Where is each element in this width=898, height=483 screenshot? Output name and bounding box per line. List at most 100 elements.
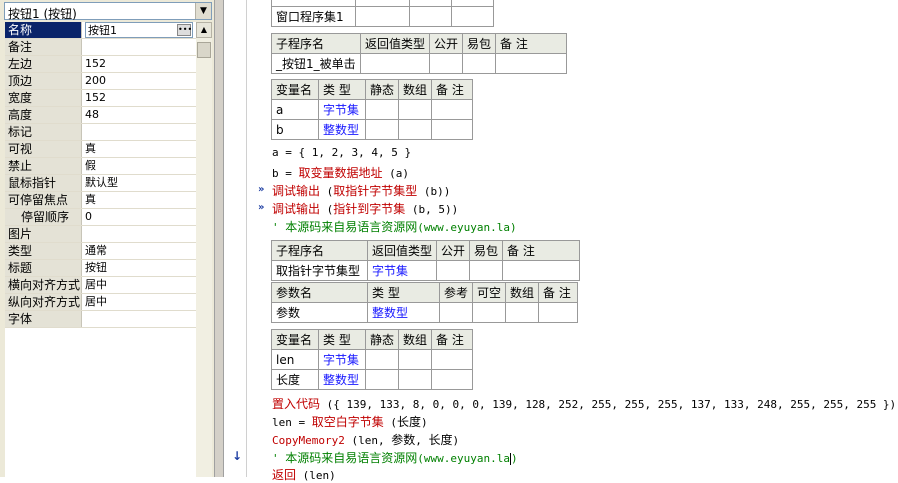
table-cell[interactable] xyxy=(469,260,504,281)
property-value[interactable] xyxy=(85,226,193,242)
property-row[interactable]: 左边 152 xyxy=(5,56,196,73)
property-value[interactable]: 居中 xyxy=(85,294,193,310)
property-value[interactable]: 居中 xyxy=(85,277,193,293)
panel-splitter[interactable] xyxy=(214,0,224,477)
property-value[interactable]: 假 xyxy=(85,158,193,174)
variable-name-cell[interactable]: a xyxy=(271,99,319,120)
code-line[interactable]: 置入代码 ({ 139, 133, 8, 0, 0, 0, 139, 128, … xyxy=(272,395,896,412)
property-row[interactable]: 纵向对齐方式 居中 xyxy=(5,294,196,311)
table-cell[interactable] xyxy=(364,99,400,120)
property-name[interactable]: 横向对齐方式 xyxy=(5,277,82,293)
property-row[interactable]: 字体 xyxy=(5,311,196,328)
property-value[interactable]: 按钮 xyxy=(85,260,193,276)
property-name[interactable]: 纵向对齐方式 xyxy=(5,294,82,310)
table-cell[interactable] xyxy=(398,349,433,370)
property-name[interactable]: 字体 xyxy=(5,311,82,327)
property-row[interactable]: 标记 xyxy=(5,124,196,141)
table-cell[interactable] xyxy=(462,53,497,74)
property-value[interactable] xyxy=(85,124,193,140)
table-cell[interactable] xyxy=(505,302,540,323)
code-line[interactable]: len = 取空白字节集 (长度) xyxy=(272,413,428,430)
property-value[interactable]: 48 xyxy=(85,107,193,123)
property-row[interactable]: 图片 xyxy=(5,226,196,243)
table-cell[interactable] xyxy=(431,119,474,140)
property-row[interactable]: 横向对齐方式 居中 xyxy=(5,277,196,294)
table-cell[interactable] xyxy=(398,369,433,390)
property-name[interactable]: 标题 xyxy=(5,260,82,276)
variable-name-cell[interactable]: 长度 xyxy=(271,369,319,390)
property-row[interactable]: 高度 48 xyxy=(5,107,196,124)
code-line[interactable]: a = { 1, 2, 3, 4, 5 } xyxy=(272,146,411,159)
property-name[interactable]: 左边 xyxy=(5,56,82,72)
assembly-name-cell[interactable]: 窗口程序集1 xyxy=(271,6,356,27)
variable-type-cell[interactable]: 整数型 xyxy=(318,369,366,390)
property-row[interactable]: 鼠标指针 默认型 xyxy=(5,175,196,192)
property-name[interactable]: 备注 xyxy=(5,39,82,55)
property-name[interactable]: 宽度 xyxy=(5,90,82,106)
property-value[interactable]: 152 xyxy=(85,56,193,72)
subroutine-name-cell[interactable]: 取指针字节集型 xyxy=(271,260,368,281)
table-cell[interactable] xyxy=(436,260,471,281)
variable-name-cell[interactable]: len xyxy=(271,349,319,370)
table-cell[interactable] xyxy=(472,302,507,323)
property-value[interactable]: 152 xyxy=(85,90,193,106)
property-value[interactable]: 真 xyxy=(85,192,193,208)
property-row[interactable]: 标题 按钮 xyxy=(5,260,196,277)
table-cell[interactable] xyxy=(359,53,431,74)
parameter-name-cell[interactable]: 参数 xyxy=(271,302,368,323)
code-line[interactable]: 调试输出 (取指针字节集型 (b)) xyxy=(272,182,450,199)
property-value[interactable]: 通常 xyxy=(85,243,193,259)
property-name[interactable]: 顶边 xyxy=(5,73,82,89)
code-line[interactable]: CopyMemory2 (len, 参数, 长度) xyxy=(272,431,459,448)
object-selector-combo[interactable]: 按钮1 (按钮) ▼ xyxy=(4,2,212,21)
table-cell[interactable] xyxy=(364,349,400,370)
property-row[interactable]: 顶边 200 xyxy=(5,73,196,90)
property-value[interactable]: 按钮1 ••• xyxy=(85,22,193,38)
property-row[interactable]: 可停留焦点真 xyxy=(5,192,196,209)
table-cell[interactable] xyxy=(431,369,474,390)
code-line[interactable]: 调试输出 (指针到字节集 (b, 5)) xyxy=(272,200,458,217)
property-name[interactable]: 图片 xyxy=(5,226,82,242)
property-name[interactable]: 可停留焦点 xyxy=(5,192,82,208)
property-name[interactable]: 可视 xyxy=(5,141,82,157)
property-name[interactable]: 停留顺序 xyxy=(5,209,82,225)
property-value[interactable]: 真 xyxy=(85,141,193,157)
chevron-down-icon[interactable]: ▼ xyxy=(195,3,211,19)
table-cell[interactable] xyxy=(538,302,579,323)
property-value[interactable]: 200 xyxy=(85,73,193,89)
subroutine-name-cell[interactable]: _按钮1_被单击 xyxy=(271,53,361,74)
property-value[interactable] xyxy=(85,311,193,327)
variable-type-cell[interactable]: 字节集 xyxy=(318,99,366,120)
property-value[interactable]: 0 xyxy=(85,209,193,225)
comment-line[interactable]: ' 本源码来自易语言资源网(www.eyuyan.la) xyxy=(272,449,518,466)
parameter-type-cell[interactable]: 整数型 xyxy=(367,302,440,323)
property-name[interactable]: 禁止 xyxy=(5,158,82,174)
property-row[interactable]: 备注 xyxy=(5,39,196,56)
property-name[interactable]: 标记 xyxy=(5,124,82,140)
property-row[interactable]: 可视真 xyxy=(5,141,196,158)
property-name[interactable]: 鼠标指针 xyxy=(5,175,82,191)
property-value[interactable]: 默认型 xyxy=(85,175,193,191)
table-cell[interactable] xyxy=(431,99,474,120)
table-cell[interactable] xyxy=(398,119,433,140)
ellipsis-icon[interactable]: ••• xyxy=(177,24,192,36)
property-row[interactable]: 停留顺序 0 xyxy=(5,209,196,226)
scrollbar-thumb[interactable] xyxy=(197,42,211,58)
return-type-cell[interactable]: 字节集 xyxy=(366,260,438,281)
table-cell[interactable] xyxy=(495,53,568,74)
table-cell[interactable] xyxy=(502,260,581,281)
variable-type-cell[interactable]: 字节集 xyxy=(318,349,366,370)
property-value[interactable] xyxy=(85,39,193,55)
property-row[interactable]: 宽度 152 xyxy=(5,90,196,107)
property-row[interactable]: 类型 通常 xyxy=(5,243,196,260)
code-line[interactable]: 返回 (len) xyxy=(272,466,336,483)
table-cell[interactable] xyxy=(438,302,474,323)
variable-name-cell[interactable]: b xyxy=(271,119,319,140)
table-cell[interactable] xyxy=(431,349,474,370)
scroll-up-icon[interactable]: ▲ xyxy=(196,22,212,38)
table-cell[interactable] xyxy=(398,99,433,120)
table-cell[interactable] xyxy=(429,53,464,74)
table-cell[interactable] xyxy=(364,369,400,390)
property-scrollbar[interactable]: ▲ xyxy=(196,22,212,477)
property-row[interactable]: 名称 按钮1 ••• xyxy=(5,22,196,39)
